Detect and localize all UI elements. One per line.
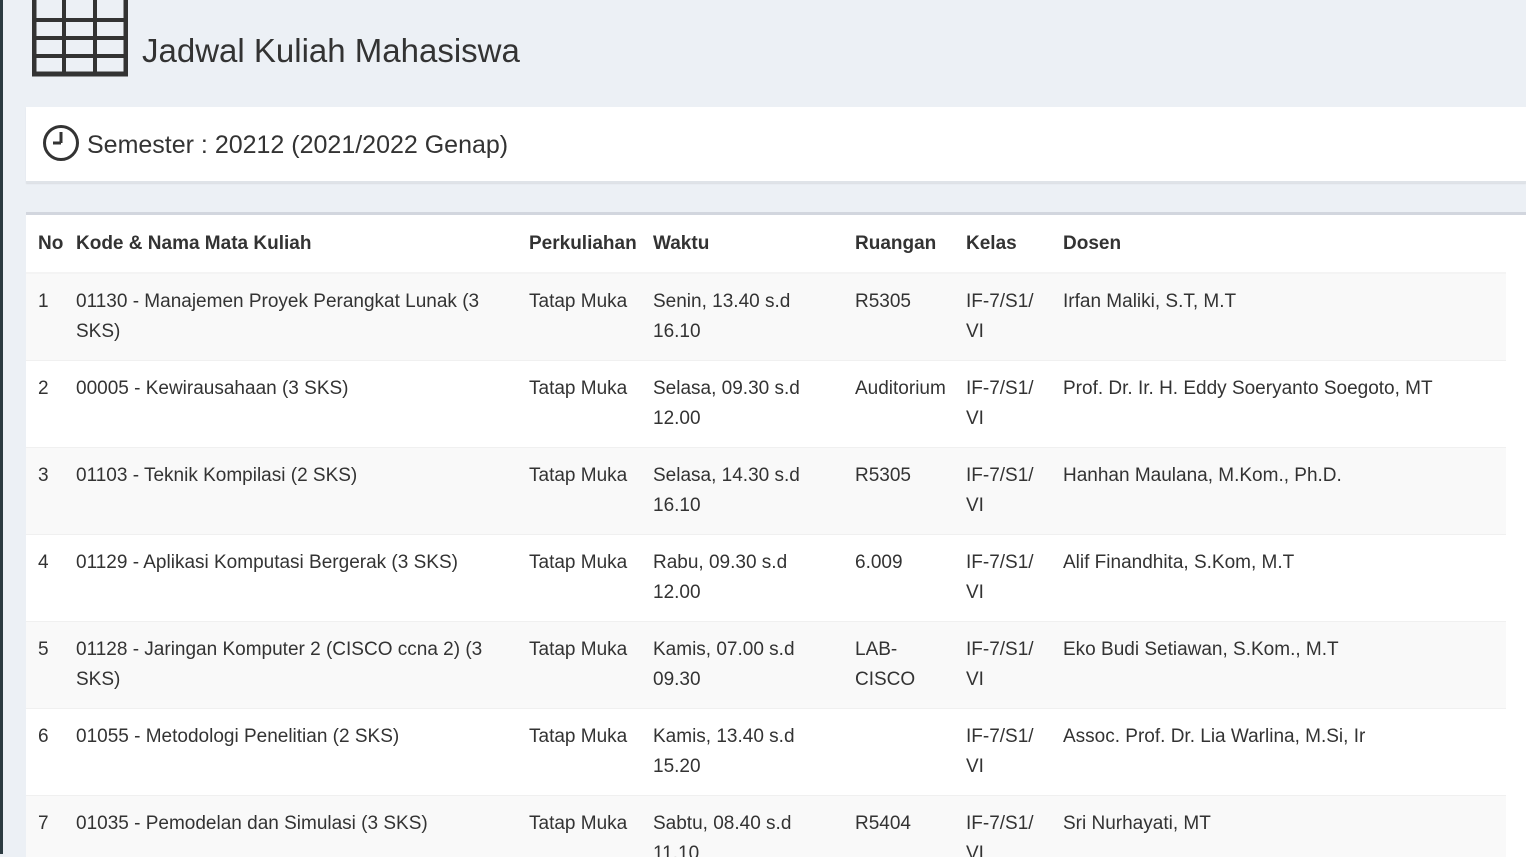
column-header-mode: Perkuliahan	[517, 215, 641, 273]
cell-room: Auditorium	[843, 361, 954, 448]
table-row: 5 01128 - Jaringan Komputer 2 (CISCO ccn…	[26, 622, 1506, 709]
table-row: 7 01035 - Pemodelan dan Simulasi (3 SKS)…	[26, 796, 1506, 857]
cell-class: IF-7/S1/VI	[954, 622, 1051, 709]
cell-no: 4	[26, 535, 64, 622]
cell-mode: Tatap Muka	[517, 622, 641, 709]
column-header-time: Waktu	[641, 215, 843, 273]
cell-room: R5305	[843, 273, 954, 361]
cell-course: 00005 - Kewirausahaan (3 SKS)	[64, 361, 517, 448]
table-row: 2 00005 - Kewirausahaan (3 SKS) Tatap Mu…	[26, 361, 1506, 448]
cell-no: 3	[26, 448, 64, 535]
cell-class: IF-7/S1/VI	[954, 361, 1051, 448]
cell-room: LAB-CISCO	[843, 622, 954, 709]
page-title: Jadwal Kuliah Mahasiswa	[142, 32, 520, 70]
cell-time: Selasa, 14.30 s.d 16.10	[641, 448, 843, 535]
cell-class: IF-7/S1/VI	[954, 535, 1051, 622]
cell-lecturer: Eko Budi Setiawan, S.Kom., M.T	[1051, 622, 1506, 709]
cell-time: Kamis, 13.40 s.d 15.20	[641, 709, 843, 796]
cell-mode: Tatap Muka	[517, 709, 641, 796]
table-row: 3 01103 - Teknik Kompilasi (2 SKS) Tatap…	[26, 448, 1506, 535]
cell-mode: Tatap Muka	[517, 448, 641, 535]
cell-no: 6	[26, 709, 64, 796]
table-icon	[32, 0, 128, 78]
cell-course: 01128 - Jaringan Komputer 2 (CISCO ccna …	[64, 622, 517, 709]
cell-class: IF-7/S1/VI	[954, 709, 1051, 796]
table-header-row: No Kode & Nama Mata Kuliah Perkuliahan W…	[26, 215, 1506, 273]
semester-label: Semester : 20212 (2021/2022 Genap)	[87, 131, 508, 160]
cell-no: 2	[26, 361, 64, 448]
cell-lecturer: Sri Nurhayati, MT	[1051, 796, 1506, 857]
semester-panel: Semester : 20212 (2021/2022 Genap)	[26, 107, 1526, 183]
schedule-table: No Kode & Nama Mata Kuliah Perkuliahan W…	[26, 215, 1506, 857]
cell-time: Senin, 13.40 s.d 16.10	[641, 273, 843, 361]
cell-no: 7	[26, 796, 64, 857]
cell-room: R5305	[843, 448, 954, 535]
cell-lecturer: Hanhan Maulana, M.Kom., Ph.D.	[1051, 448, 1506, 535]
column-header-course: Kode & Nama Mata Kuliah	[64, 215, 517, 273]
cell-room: R5404	[843, 796, 954, 857]
cell-class: IF-7/S1/VI	[954, 448, 1051, 535]
cell-mode: Tatap Muka	[517, 796, 641, 857]
table-row: 4 01129 - Aplikasi Komputasi Bergerak (3…	[26, 535, 1506, 622]
cell-class: IF-7/S1/VI	[954, 796, 1051, 857]
cell-no: 5	[26, 622, 64, 709]
cell-lecturer: Assoc. Prof. Dr. Lia Warlina, M.Si, Ir	[1051, 709, 1506, 796]
cell-mode: Tatap Muka	[517, 273, 641, 361]
cell-mode: Tatap Muka	[517, 535, 641, 622]
cell-lecturer: Irfan Maliki, S.T, M.T	[1051, 273, 1506, 361]
table-row: 1 01130 - Manajemen Proyek Perangkat Lun…	[26, 273, 1506, 361]
column-header-room: Ruangan	[843, 215, 954, 273]
cell-time: Rabu, 09.30 s.d 12.00	[641, 535, 843, 622]
cell-lecturer: Prof. Dr. Ir. H. Eddy Soeryanto Soegoto,…	[1051, 361, 1506, 448]
cell-mode: Tatap Muka	[517, 361, 641, 448]
sidebar-edge	[0, 0, 3, 854]
cell-room	[843, 709, 954, 796]
schedule-panel: No Kode & Nama Mata Kuliah Perkuliahan W…	[26, 212, 1526, 857]
clock-icon	[42, 124, 80, 162]
table-row: 6 01055 - Metodologi Penelitian (2 SKS) …	[26, 709, 1506, 796]
cell-course: 01035 - Pemodelan dan Simulasi (3 SKS)	[64, 796, 517, 857]
column-header-no: No	[26, 215, 64, 273]
column-header-class: Kelas	[954, 215, 1051, 273]
cell-course: 01055 - Metodologi Penelitian (2 SKS)	[64, 709, 517, 796]
cell-time: Sabtu, 08.40 s.d 11.10	[641, 796, 843, 857]
cell-course: 01129 - Aplikasi Komputasi Bergerak (3 S…	[64, 535, 517, 622]
cell-course: 01130 - Manajemen Proyek Perangkat Lunak…	[64, 273, 517, 361]
cell-room: 6.009	[843, 535, 954, 622]
cell-class: IF-7/S1/VI	[954, 273, 1051, 361]
cell-no: 1	[26, 273, 64, 361]
cell-time: Selasa, 09.30 s.d 12.00	[641, 361, 843, 448]
cell-lecturer: Alif Finandhita, S.Kom, M.T	[1051, 535, 1506, 622]
column-header-lecturer: Dosen	[1051, 215, 1506, 273]
cell-course: 01103 - Teknik Kompilasi (2 SKS)	[64, 448, 517, 535]
cell-time: Kamis, 07.00 s.d 09.30	[641, 622, 843, 709]
